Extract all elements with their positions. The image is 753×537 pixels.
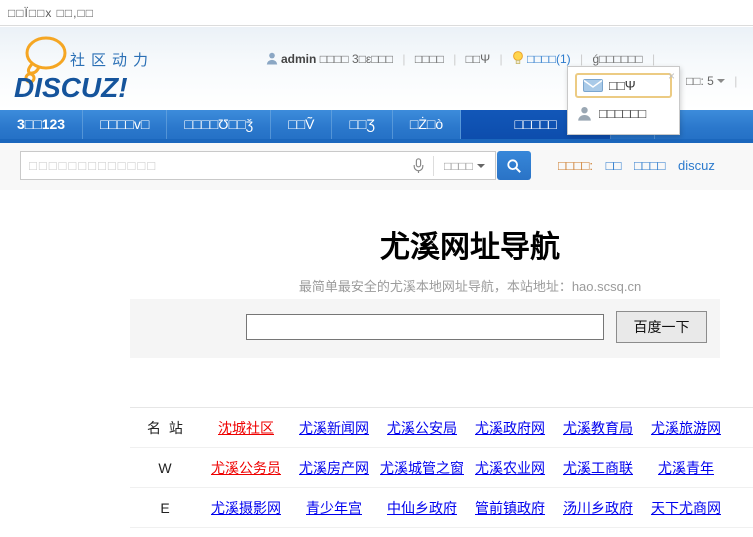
style-label: □□: 5: [686, 74, 714, 88]
popup-profile-item[interactable]: □□□□□□: [568, 102, 679, 125]
row-label: W: [158, 459, 174, 476]
popup-message-item[interactable]: □□Ψ: [575, 73, 672, 98]
site-link[interactable]: 尤溪工商联: [554, 458, 642, 478]
chevron-down-icon: [716, 79, 725, 83]
nav-item-5[interactable]: □□Ʒ: [332, 110, 393, 139]
table-row: J 尤溪一中 尤溪七中 尤溪五中 尤溪文公 晃光中学 尤溪职专: [130, 528, 753, 537]
envelope-icon: [583, 79, 603, 92]
divider: [652, 52, 655, 66]
user-toolbar: admin □□□□ 3□ε□□□ □□□□ □□Ψ □□□□(1) ǵ□□□□…: [266, 51, 753, 67]
chevron-down-icon: [477, 163, 485, 168]
site-link[interactable]: 尤溪城管之窗: [378, 458, 466, 478]
hot-search: □□□□: □□ □□□□ discuz: [558, 158, 715, 173]
site-link[interactable]: 中仙乡政府: [378, 498, 466, 518]
user-link-2[interactable]: □□Ψ: [466, 52, 491, 66]
divider: [402, 52, 405, 66]
hot-search-link-1[interactable]: □□: [606, 158, 622, 173]
link-directory: 名 站 沈城社区 尤溪新闻网 尤溪公安局 尤溪政府网 尤溪教育局 尤溪旅游网 W…: [130, 407, 753, 537]
nav-item-3[interactable]: □□□□Ʊ□□ǯ: [167, 110, 272, 139]
site-link[interactable]: 尤溪公安局: [378, 418, 466, 438]
hot-search-label: □□□□:: [558, 158, 594, 173]
divider: [580, 52, 583, 66]
nav-bottom-strip: [0, 139, 753, 143]
baidu-search-panel: 百度一下: [130, 299, 720, 358]
discuz-bubble-icon: 社区动力 DISCUZ!: [14, 36, 154, 103]
popup-message-label: □□Ψ: [609, 78, 636, 93]
notifications-link[interactable]: □□□□(1): [527, 52, 571, 66]
site-link[interactable]: 尤溪政府网: [466, 418, 554, 438]
hot-search-link-2[interactable]: □□□□: [634, 158, 665, 173]
table-row: W 尤溪公务员 尤溪房产网 尤溪城管之窗 尤溪农业网 尤溪工商联 尤溪青年: [130, 448, 753, 488]
table-row: 名 站 沈城社区 尤溪新闻网 尤溪公安局 尤溪政府网 尤溪教育局 尤溪旅游网: [130, 408, 753, 448]
top-strip: □□Ï□□x □□,□□: [0, 0, 753, 26]
nav-item-6[interactable]: □Ż□ò: [393, 110, 462, 139]
style-switcher[interactable]: □□: 5: [686, 74, 743, 88]
site-link[interactable]: 尤溪公务员: [202, 458, 290, 478]
site-link[interactable]: 尤溪青年: [642, 458, 730, 478]
nav-item-4[interactable]: □□Ṽ: [271, 110, 333, 139]
search-icon: [507, 158, 521, 173]
divider: [500, 52, 503, 66]
user-icon: [266, 52, 278, 67]
page-subtitle: 最简单最安全的尤溪本地网址导航，本站地址：hao.scsq.cn: [298, 279, 642, 294]
page-intro: 尤溪网址导航 最简单最安全的尤溪本地网址导航，本站地址：hao.scsq.cn: [0, 190, 753, 295]
site-link[interactable]: 尤溪摄影网: [202, 498, 290, 518]
search-button[interactable]: [497, 151, 531, 180]
row-label: E: [160, 499, 172, 516]
lightbulb-icon: [512, 51, 524, 67]
page-title: 尤溪网址导航: [380, 230, 560, 265]
logo-tagline: 社区动力: [70, 52, 154, 69]
page: □□Ï□□x □□,□□ 社区动力 DISCUZ! admin □□□□ 3□ε…: [0, 0, 753, 537]
user-link-1[interactable]: □□□□: [415, 52, 444, 66]
logo-brand: DISCUZ!: [14, 72, 128, 103]
search-box: □□□□: [20, 151, 496, 180]
site-link[interactable]: 天下尤商网: [642, 498, 730, 518]
divider: [453, 52, 456, 66]
popup-profile-label: □□□□□□: [599, 106, 647, 121]
site-link[interactable]: 沈城社区: [202, 418, 290, 438]
hot-search-link-3[interactable]: discuz: [678, 158, 715, 173]
site-link[interactable]: 尤溪教育局: [554, 418, 642, 438]
user-link-3[interactable]: ǵ□□□□□□: [592, 52, 642, 66]
search-scope-label: □□□□: [444, 158, 473, 173]
search-input[interactable]: [21, 153, 404, 178]
nav-item-2[interactable]: □□□□v□: [83, 110, 168, 139]
site-link[interactable]: 汤川乡政府: [554, 498, 642, 518]
site-link[interactable]: 管前镇政府: [466, 498, 554, 518]
person-icon: [578, 107, 591, 121]
table-row: E 尤溪摄影网 青少年宫 中仙乡政府 管前镇政府 汤川乡政府 天下尤商网: [130, 488, 753, 528]
site-search-bar: □□□□ □□□□: □□ □□□□ discuz: [0, 143, 753, 190]
site-link[interactable]: 尤溪旅游网: [642, 418, 730, 438]
site-link[interactable]: 青少年宫: [290, 498, 378, 518]
divider: [734, 74, 737, 88]
microphone-icon[interactable]: [404, 157, 433, 174]
site-link[interactable]: 尤溪新闻网: [290, 418, 378, 438]
baidu-search-input[interactable]: [246, 314, 604, 340]
username[interactable]: admin: [281, 52, 316, 66]
site-link[interactable]: 尤溪房产网: [290, 458, 378, 478]
top-strip-text: □□Ï□□x □□,□□: [8, 6, 94, 20]
nav-item-1[interactable]: 3□□123: [0, 110, 84, 139]
baidu-search-button[interactable]: 百度一下: [616, 311, 707, 343]
user-suffix: □□□□ 3□ε□□□: [319, 52, 394, 66]
row-label: 名 站: [147, 419, 185, 436]
notification-popup: × □□Ψ □□□□□□: [567, 66, 680, 135]
discuz-logo[interactable]: 社区动力 DISCUZ!: [6, 33, 166, 105]
search-scope-select[interactable]: □□□□: [434, 159, 495, 173]
site-link[interactable]: 尤溪农业网: [466, 458, 554, 478]
close-icon[interactable]: ×: [668, 69, 675, 83]
